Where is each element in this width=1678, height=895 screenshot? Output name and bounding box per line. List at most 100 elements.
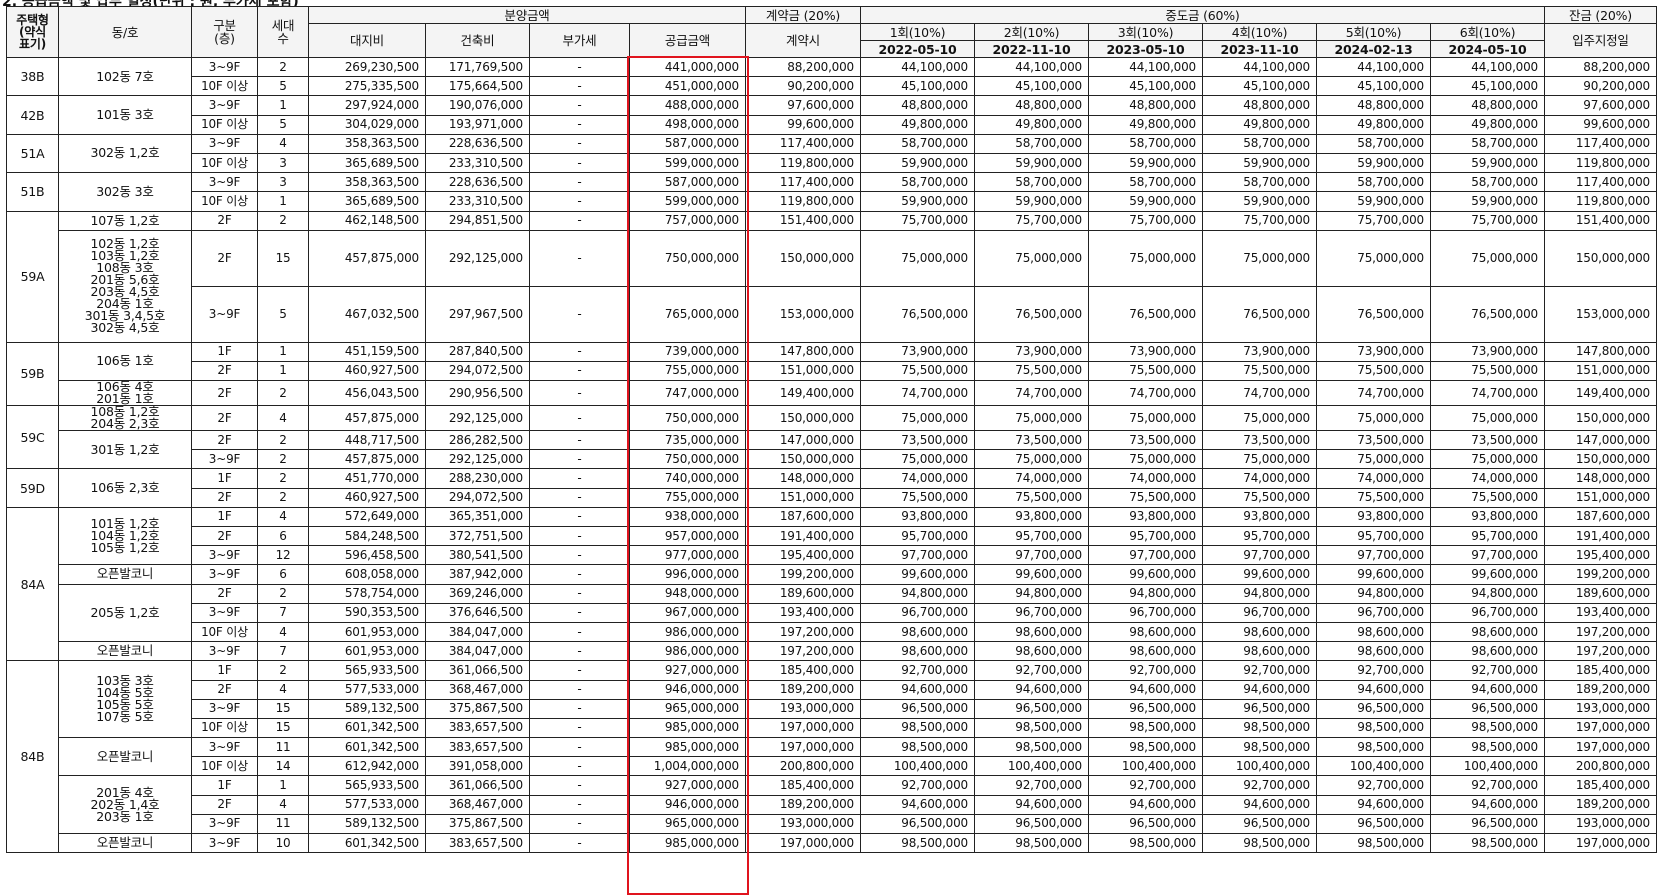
- cell-installment-1: 100,400,000: [860, 756, 975, 777]
- cell-installment-2: 75,000,000: [974, 229, 1089, 287]
- cell-balance: 189,200,000: [1544, 794, 1657, 815]
- table-row: 301동 1,2호 2F 2 448,717,500 286,282,500-735,0…: [7, 430, 1657, 470]
- cell-installment-1: 49,800,000: [860, 114, 975, 135]
- table-row: 59D 106동 2,3호 1F 2 451,770,000 288,230,000-74…: [6, 468, 1657, 508]
- table-row: 10F 이상 5 304,029,000 193,971,000-498,000,00…: [7, 114, 1657, 135]
- cell-installment-3: 94,600,000: [1088, 679, 1203, 700]
- cell-installment-3: 100,400,000: [1088, 756, 1203, 777]
- header-supply: 공급금액: [629, 23, 746, 58]
- cell-supply-price: 1,004,000,000: [629, 756, 746, 777]
- table-row: 51A 302동 1,2호 3~9F 4 358,363,500 228,636,500-…: [6, 133, 1657, 174]
- cell-installment-1: 75,000,000: [860, 449, 975, 470]
- cell-contract: 193,400,000: [745, 602, 861, 623]
- cell-balance: 195,400,000: [1544, 545, 1657, 566]
- cell-installment-5: 45,100,000: [1316, 76, 1431, 97]
- cell-installment-4: 75,700,000: [1202, 210, 1317, 231]
- cell-units: 15: [257, 717, 309, 739]
- cell-vat: -: [529, 564, 630, 585]
- header-date-5: 2024-02-13: [1316, 40, 1431, 58]
- cell-installment-4: 96,500,000: [1202, 698, 1317, 719]
- cell-units: 14: [257, 756, 309, 777]
- cell-vat: -: [529, 341, 630, 362]
- cell-contract: 117,400,000: [745, 133, 861, 154]
- price-table-body: 38B 102동 7호 3~9F 2 269,230,500 171,769,500-44…: [6, 56, 1657, 854]
- cell-contract: 195,400,000: [745, 545, 861, 566]
- cell-installment-3: 74,000,000: [1088, 468, 1203, 489]
- cell-vat: -: [529, 114, 630, 135]
- cell-installment-3: 98,600,000: [1088, 641, 1203, 662]
- cell-installment-6: 96,500,000: [1430, 813, 1545, 835]
- cell-units: 2: [257, 487, 309, 508]
- cell-floor: 10F 이상: [191, 114, 258, 135]
- cell-balance: 193,400,000: [1544, 602, 1657, 623]
- cell-contract: 88,200,000: [745, 56, 861, 78]
- cell-contract: 197,000,000: [745, 832, 861, 854]
- cell-units: 2: [257, 210, 309, 231]
- cell-vat: -: [529, 756, 630, 777]
- cell-floor: 3~9F: [191, 545, 258, 566]
- cell-building-cost: 171,769,500: [425, 56, 530, 78]
- cell-vat: -: [529, 813, 630, 835]
- cell-balance: 150,000,000: [1544, 405, 1657, 432]
- cell-land-cost: 589,132,500: [308, 698, 426, 719]
- cell-vat: -: [529, 95, 630, 116]
- cell-installment-3: 92,700,000: [1088, 660, 1203, 681]
- cell-installment-2: 98,600,000: [974, 621, 1089, 643]
- cell-installment-3: 58,700,000: [1088, 133, 1203, 154]
- cell-installment-6: 92,700,000: [1430, 775, 1545, 796]
- cell-installment-6: 93,800,000: [1430, 506, 1545, 528]
- cell-supply-price: 967,000,000: [629, 602, 746, 623]
- cell-balance: 99,600,000: [1544, 114, 1657, 135]
- cell-installment-6: 74,700,000: [1430, 380, 1545, 407]
- cell-balance: 119,800,000: [1544, 152, 1657, 174]
- cell-building-cost: 290,956,500: [425, 380, 530, 407]
- cell-installment-2: 48,800,000: [974, 95, 1089, 116]
- cell-contract: 151,400,000: [745, 210, 861, 231]
- cell-building-cost: 292,125,000: [425, 229, 530, 287]
- cell-vat: -: [529, 229, 630, 287]
- cell-balance: 151,000,000: [1544, 487, 1657, 508]
- cell-installment-1: 98,500,000: [860, 832, 975, 854]
- cell-land-cost: 565,933,500: [308, 775, 426, 796]
- cell-building-cost: 391,058,000: [425, 756, 530, 777]
- cell-balance: 197,000,000: [1544, 737, 1657, 758]
- cell-supply-price: 765,000,000: [629, 285, 746, 343]
- cell-installment-5: 98,600,000: [1316, 641, 1431, 662]
- cell-building-cost: 375,867,500: [425, 813, 530, 835]
- cell-installment-4: 44,100,000: [1202, 56, 1317, 78]
- cell-supply-price: 757,000,000: [629, 210, 746, 231]
- cell-installment-3: 96,500,000: [1088, 813, 1203, 835]
- cell-balance: 150,000,000: [1544, 449, 1657, 470]
- cell-land-cost: 297,924,000: [308, 95, 426, 116]
- table-row: 84B 103동 3호 104동 5호 105동 5호 107동 5호 1F 2 565…: [6, 660, 1657, 854]
- cell-house-type: 59C: [6, 405, 59, 470]
- cell-building-cost: 369,246,000: [425, 583, 530, 604]
- cell-balance: 193,000,000: [1544, 698, 1657, 719]
- cell-building-cost: 288,230,000: [425, 468, 530, 489]
- cell-installment-2: 74,000,000: [974, 468, 1089, 489]
- cell-installment-2: 75,500,000: [974, 360, 1089, 382]
- cell-balance: 153,000,000: [1544, 285, 1657, 343]
- cell-installment-4: 58,700,000: [1202, 172, 1317, 193]
- cell-floor: 10F 이상: [191, 191, 258, 212]
- cell-installment-1: 95,700,000: [860, 525, 975, 547]
- cell-installment-4: 98,600,000: [1202, 621, 1317, 643]
- cell-installment-2: 95,700,000: [974, 525, 1089, 547]
- cell-installment-1: 98,500,000: [860, 737, 975, 758]
- cell-supply-price: 985,000,000: [629, 737, 746, 758]
- cell-installment-2: 74,700,000: [974, 380, 1089, 407]
- cell-installment-4: 94,800,000: [1202, 583, 1317, 604]
- cell-contract: 97,600,000: [745, 95, 861, 116]
- cell-floor: 3~9F: [191, 641, 258, 662]
- cell-building-cost: 383,657,500: [425, 717, 530, 739]
- table-row: 59A 107동 1,2호 2F 2 462,148,500 294,851,500-75…: [6, 210, 1657, 343]
- cell-building-cost: 372,751,500: [425, 525, 530, 547]
- cell-balance: 117,400,000: [1544, 133, 1657, 154]
- cell-contract: 149,400,000: [745, 380, 861, 407]
- cell-land-cost: 601,953,000: [308, 621, 426, 643]
- cell-installment-2: 96,500,000: [974, 813, 1089, 835]
- cell-installment-3: 75,000,000: [1088, 229, 1203, 287]
- cell-installment-6: 59,900,000: [1430, 152, 1545, 174]
- cell-installment-4: 76,500,000: [1202, 285, 1317, 343]
- table-row: 38B 102동 7호 3~9F 2 269,230,500 171,769,500-44…: [6, 56, 1657, 97]
